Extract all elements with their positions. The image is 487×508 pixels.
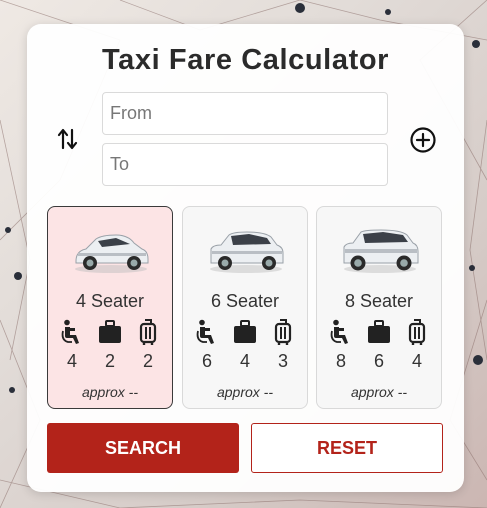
- vehicle-option-8-seater[interactable]: 8 Seater 8 6 4 approx --: [316, 206, 442, 409]
- passenger-count: 8: [335, 351, 346, 371]
- seated-person-icon: [195, 319, 219, 345]
- luggage-count: 4: [239, 351, 250, 371]
- page-title: Taxi Fare Calculator: [101, 44, 390, 76]
- passenger-count: 4: [66, 351, 77, 371]
- suitcase-icon: [98, 319, 122, 345]
- luggage-count: 6: [373, 351, 384, 371]
- approx-fare: approx --: [216, 384, 274, 400]
- vehicle-option-6-seater[interactable]: 6 Seater 6 4 3 approx --: [182, 206, 308, 409]
- bag-count: 2: [142, 351, 153, 371]
- swap-locations-icon[interactable]: [56, 126, 80, 152]
- trolley-bag-icon: [136, 319, 160, 346]
- vehicle-option-4-seater[interactable]: 4 Seater 4 2 2 approx --: [47, 206, 173, 409]
- trolley-bag-icon: [271, 319, 295, 346]
- luggage-count: 2: [104, 351, 115, 371]
- approx-fare: approx --: [81, 384, 139, 400]
- vehicle-label: 6 Seater: [210, 291, 280, 311]
- bag-count: 3: [277, 351, 288, 371]
- suitcase-icon: [367, 319, 391, 345]
- approx-fare: approx --: [350, 384, 408, 400]
- sedan-car-image: [75, 234, 149, 273]
- seated-person-icon: [60, 319, 84, 345]
- reset-button[interactable]: RESET: [251, 423, 443, 473]
- seated-person-icon: [329, 319, 353, 345]
- from-input[interactable]: [102, 92, 388, 135]
- search-button[interactable]: SEARCH: [47, 423, 239, 473]
- trolley-bag-icon: [405, 319, 429, 346]
- passenger-count: 6: [201, 351, 212, 371]
- suv-car-image: [210, 231, 284, 273]
- add-stop-icon[interactable]: [409, 126, 437, 154]
- bag-count: 4: [411, 351, 422, 371]
- suitcase-icon: [233, 319, 257, 345]
- vehicle-label: 4 Seater: [75, 291, 145, 311]
- to-input[interactable]: [102, 143, 388, 186]
- large-suv-car-image: [343, 229, 419, 273]
- vehicle-label: 8 Seater: [344, 291, 414, 311]
- fare-calculator-card: Taxi Fare Calculator 4 Seater: [27, 24, 464, 492]
